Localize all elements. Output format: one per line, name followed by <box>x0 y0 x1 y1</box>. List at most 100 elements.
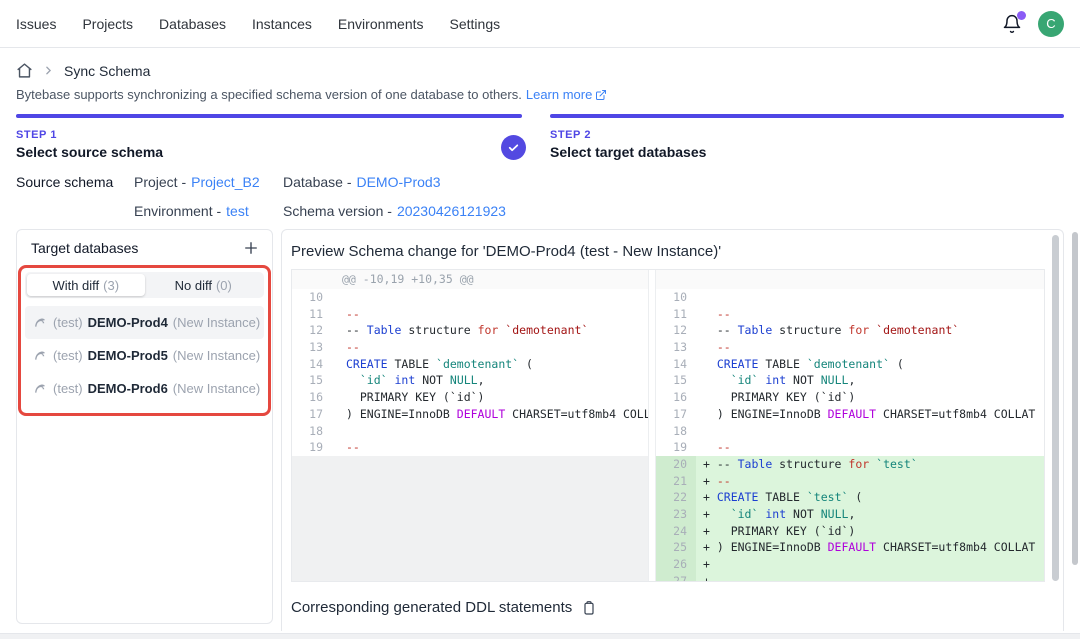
bottom-edge-strip <box>0 633 1080 639</box>
mysql-icon <box>33 315 48 330</box>
diff-tab[interactable]: With diff (3) <box>27 274 145 296</box>
add-target-database-button[interactable] <box>242 239 260 257</box>
top-navbar: Issues Projects Databases Instances Environm… <box>0 0 1080 48</box>
diff-tab-count: (0) <box>216 278 232 293</box>
learn-more-label: Learn more <box>526 87 592 102</box>
diff-empty-filler <box>292 456 648 581</box>
line-number: 24 <box>656 523 696 540</box>
source-field-link[interactable]: DEMO-Prod3 <box>356 174 440 190</box>
diff-tab[interactable]: No diff (0) <box>145 274 263 296</box>
line-number: 19 <box>656 439 696 456</box>
line-number: 27 <box>656 573 696 581</box>
source-field-link[interactable]: 20230426121923 <box>397 203 506 219</box>
line-number: 25 <box>656 539 696 556</box>
line-number: 11 <box>656 306 696 323</box>
notification-dot <box>1017 11 1026 20</box>
line-number: 22 <box>656 489 696 506</box>
clipboard-icon[interactable] <box>581 600 597 616</box>
external-link-icon <box>595 89 607 101</box>
line-number: 10 <box>656 289 696 306</box>
learn-more-link[interactable]: Learn more <box>526 87 607 102</box>
diff-line: 20+ -- Table structure for `test` <box>656 456 1044 473</box>
source-field-name: Database - <box>283 174 351 190</box>
intro-description: Bytebase supports synchronizing a specif… <box>16 87 522 102</box>
nav-item[interactable]: Databases <box>159 16 226 32</box>
steps-bar: STEP 1 Select source schema STEP 2 Selec… <box>16 114 1064 160</box>
step-2-label: STEP 2 <box>550 129 1064 141</box>
diff-line: 18 <box>292 423 648 440</box>
source-field-link[interactable]: test <box>226 203 249 219</box>
schema-change-preview-panel: Preview Schema change for 'DEMO-Prod4 (t… <box>281 229 1064 631</box>
step-1-completed-check-icon <box>501 135 526 160</box>
nav-item[interactable]: Projects <box>82 16 133 32</box>
step-2-progress-bar <box>550 114 1064 118</box>
nav-right: C <box>1002 11 1064 37</box>
line-number: 20 <box>656 456 696 473</box>
diff-line: 16 PRIMARY KEY (`id`) <box>656 389 1044 406</box>
nav-item[interactable]: Environments <box>338 16 424 32</box>
source-field-name: Project - <box>134 174 186 190</box>
mysql-icon <box>33 381 48 396</box>
diff-editor: @@ -10,19 +10,35 @@ 1011--12-- Table str… <box>291 269 1045 582</box>
line-number: 15 <box>656 372 696 389</box>
diff-line: 13 -- <box>656 339 1044 356</box>
diff-line: 11 -- <box>656 306 1044 323</box>
line-number: 16 <box>292 389 332 406</box>
target-database-item[interactable]: (test) DEMO-Prod5 (New Instance) <box>25 339 264 372</box>
line-number: 12 <box>292 322 332 339</box>
diff-line: 25+ ) ENGINE=InnoDB DEFAULT CHARSET=utf8… <box>656 539 1044 556</box>
source-field: Schema version - 20230426121923 <box>283 203 506 219</box>
line-number: 11 <box>292 306 332 323</box>
highlight-annotation-box: With diff (3) No diff (0) (test) DEMO-Pr… <box>18 265 271 416</box>
diff-line: 13-- <box>292 339 648 356</box>
database-name: DEMO-Prod4 <box>88 315 168 330</box>
target-database-list: (test) DEMO-Prod4 (New Instance) (test) … <box>25 306 264 405</box>
line-number: 17 <box>656 406 696 423</box>
chevron-right-icon <box>42 64 55 77</box>
line-number: 19 <box>292 439 332 456</box>
nav-item[interactable]: Instances <box>252 16 312 32</box>
line-number: 23 <box>656 506 696 523</box>
line-number: 18 <box>656 423 696 440</box>
source-field: Project - Project_B2 <box>134 174 283 190</box>
database-name: DEMO-Prod6 <box>88 381 168 396</box>
diff-line: 26+ <box>656 556 1044 573</box>
diff-line: 27+ -- <box>656 573 1044 581</box>
target-database-item[interactable]: (test) DEMO-Prod6 (New Instance) <box>25 372 264 405</box>
diff-line: 10 <box>292 289 648 306</box>
nav-item[interactable]: Settings <box>450 16 501 32</box>
line-number: 15 <box>292 372 332 389</box>
source-field-name: Environment - <box>134 203 221 219</box>
target-databases-title: Target databases <box>31 240 138 256</box>
diff-line: 19-- <box>292 439 648 456</box>
diff-pane-modified: 1011 --12 -- Table structure for `demote… <box>655 270 1044 581</box>
diff-line: 15 `id` int NOT NULL, <box>656 372 1044 389</box>
diff-hunk-header: @@ -10,19 +10,35 @@ <box>292 270 648 289</box>
source-field: Database - DEMO-Prod3 <box>283 174 506 190</box>
diff-line: 12 -- Table structure for `demotenant` <box>656 322 1044 339</box>
diff-tab-label: No diff <box>175 278 212 293</box>
diff-line: 11-- <box>292 306 648 323</box>
diff-line: 14 CREATE TABLE `demotenant` ( <box>656 356 1044 373</box>
line-number: 13 <box>656 339 696 356</box>
diff-line: 23+ `id` int NOT NULL, <box>656 506 1044 523</box>
avatar[interactable]: C <box>1038 11 1064 37</box>
diff-line: 24+ PRIMARY KEY (`id`) <box>656 523 1044 540</box>
source-field-name: Schema version - <box>283 203 392 219</box>
database-instance-suffix: (New Instance) <box>173 315 260 330</box>
diff-pane-modified-header <box>656 270 1044 289</box>
source-field-link[interactable]: Project_B2 <box>191 174 259 190</box>
diff-line: 10 <box>656 289 1044 306</box>
diff-line: 18 <box>656 423 1044 440</box>
source-field: Environment - test <box>134 203 283 219</box>
intro-text: Bytebase supports synchronizing a specif… <box>16 87 1064 102</box>
line-number: 12 <box>656 322 696 339</box>
page-scrollbar-thumb[interactable] <box>1072 232 1078 565</box>
bell-icon[interactable] <box>1002 14 1022 34</box>
database-environment: (test) <box>53 348 83 363</box>
home-icon[interactable] <box>16 62 33 79</box>
target-database-item[interactable]: (test) DEMO-Prod4 (New Instance) <box>25 306 264 339</box>
line-number: 26 <box>656 556 696 573</box>
nav-item[interactable]: Issues <box>16 16 56 32</box>
preview-scrollbar-thumb[interactable] <box>1052 235 1059 581</box>
